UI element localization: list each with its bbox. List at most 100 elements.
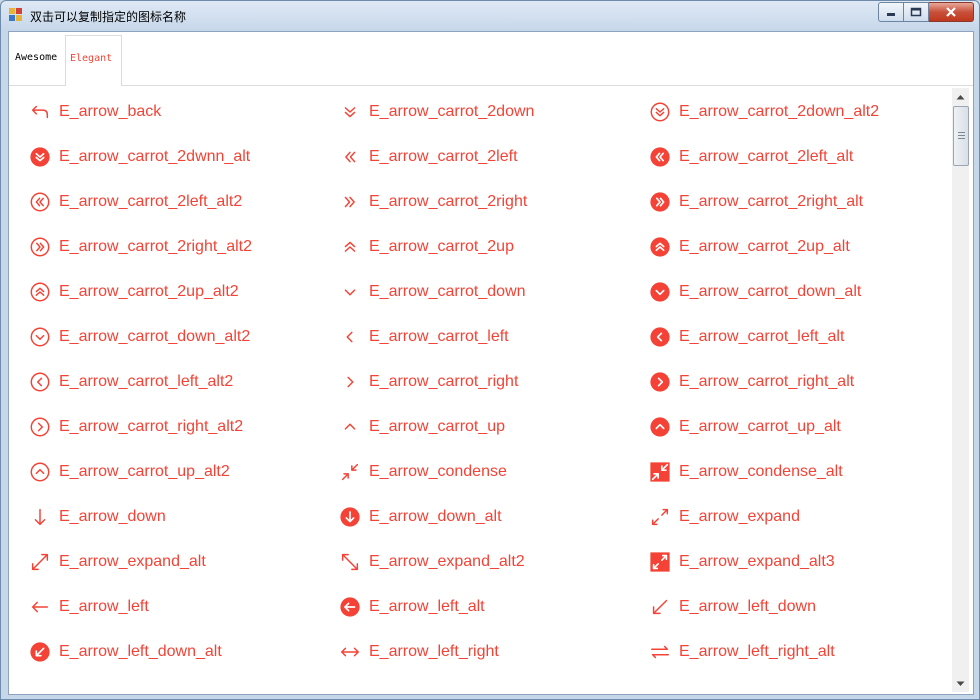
icon-list-item[interactable]: E_arrow_left [29,592,149,622]
scroll-down-arrow-icon [956,681,965,686]
icon-list-item[interactable]: E_arrow_carrot_2dwnn_alt [29,142,250,172]
minimize-button[interactable] [878,2,904,22]
double-chevron-down-icon [344,107,356,118]
icon-name-label: E_arrow_left_alt [369,598,485,615]
arrow-left-right-icon [341,647,359,657]
icon-name-label: E_arrow_carrot_2right [369,193,528,210]
icon-list-item[interactable]: E_arrow_carrot_2right_alt2 [29,232,252,262]
icon-list-item[interactable]: E_arrow_carrot_2down_alt2 [649,97,879,127]
app-window: 双击可以复制指定的图标名称 Awesome Elegant E_arrow_ba… [0,0,980,700]
icon-name-label: E_arrow_carrot_2left_alt [679,148,854,165]
chevron-left-icon [346,331,353,343]
icon-list-item[interactable]: E_arrow_carrot_left_alt2 [29,367,233,397]
icon-list-item[interactable]: E_arrow_carrot_2up_alt [649,232,850,262]
icon-list-item[interactable]: E_arrow_back [29,97,161,127]
expand-alt-icon [31,553,49,571]
icon-name-label: E_arrow_carrot_2right_alt2 [59,238,252,255]
icon-list-item[interactable]: E_arrow_carrot_up_alt2 [29,457,230,487]
icon-list-item[interactable]: E_arrow_carrot_2right_alt [649,187,863,217]
chevron-down-icon [344,289,356,296]
maximize-button[interactable] [904,2,929,22]
scroll-up-arrow-icon [956,94,965,99]
icon-name-label: E_arrow_condense [369,463,507,480]
icon-name-label: E_arrow_carrot_right_alt [679,373,855,390]
close-button[interactable] [929,2,974,22]
icon-name-label: E_arrow_carrot_2dwnn_alt [59,148,251,165]
icon-name-label: E_arrow_carrot_left_alt [679,328,845,345]
icon-list-item[interactable]: E_arrow_carrot_2left_alt [649,142,853,172]
icon-list-item[interactable]: E_arrow_left_down_alt [29,637,222,667]
chevron-up-circle-outline-icon [30,462,50,482]
icon-name-label: E_arrow_carrot_2left [369,148,518,165]
icon-list-item[interactable]: E_arrow_carrot_right_alt2 [29,412,243,442]
icon-list-item[interactable]: E_arrow_condense [339,457,507,487]
double-chevron-left-circle-outline-icon [30,192,50,212]
app-icon [9,8,23,22]
scroll-down-button[interactable] [952,675,969,692]
main-panel: Awesome Elegant E_arrow_back E_arrow_carr… [8,31,974,695]
icon-list-item[interactable]: E_arrow_carrot_2right [339,187,527,217]
icon-name-label: E_arrow_carrot_up [369,418,506,435]
icon-list-item[interactable]: E_arrow_left_alt [339,592,485,622]
icon-name-label: E_arrow_condense_alt [679,463,843,480]
tab-awesome[interactable]: Awesome [11,35,61,85]
icon-list-item[interactable]: E_arrow_carrot_up [339,412,505,442]
icon-name-label: E_arrow_carrot_down [369,283,526,300]
icon-list-item[interactable]: E_arrow_expand_alt2 [339,547,525,577]
icon-list-item[interactable]: E_arrow_carrot_left [339,322,509,352]
expand-alt2-icon [341,553,359,571]
icon-name-label: E_arrow_carrot_left_alt2 [59,373,234,390]
icon-list-item[interactable]: E_arrow_carrot_2left [339,142,518,172]
double-chevron-right-circle-filled-icon [650,192,670,212]
chevron-up-icon [344,423,356,430]
title-bar[interactable]: 双击可以复制指定的图标名称 [1,1,979,31]
condense-icon [341,463,359,481]
icon-name-label: E_arrow_carrot_2up [369,238,514,255]
scroll-thumb[interactable] [953,106,969,166]
minimize-icon [887,13,895,16]
expand-square-filled-icon [650,552,670,572]
arrow-down-icon [34,508,46,526]
icon-name-label: E_arrow_carrot_2left_alt2 [59,193,243,210]
icon-name-label: E_arrow_left_right_alt [679,643,835,660]
icon-list-item[interactable]: E_arrow_carrot_right_alt [649,367,854,397]
chevron-down-circle-outline-icon [30,327,50,347]
arrow-left-down-circle-filled-icon [30,642,50,662]
icon-list-item[interactable]: E_arrow_carrot_down [339,277,526,307]
arrow-left-right-alt-icon [651,645,669,659]
icon-list-item[interactable]: E_arrow_condense_alt [649,457,843,487]
icon-list-item[interactable]: E_arrow_carrot_left_alt [649,322,844,352]
icon-name-label: E_arrow_carrot_2down [369,103,535,120]
icon-list-item[interactable]: E_arrow_carrot_down_alt2 [29,322,250,352]
icon-list-item[interactable]: E_arrow_left_down [649,592,816,622]
chevron-right-circle-filled-icon [650,372,670,392]
icon-list-item[interactable]: E_arrow_carrot_2down [339,97,534,127]
window-title: 双击可以复制指定的图标名称 [30,10,187,24]
icon-name-label: E_arrow_carrot_2up_alt [679,238,850,255]
icon-list-item[interactable]: E_arrow_carrot_down_alt [649,277,861,307]
icon-list-item[interactable]: E_arrow_carrot_2up_alt2 [29,277,239,307]
chevron-right-icon [347,376,354,388]
arrow-back-icon [31,105,49,119]
double-chevron-up-circle-filled-icon [650,237,670,257]
icon-list-item[interactable]: E_arrow_carrot_up_alt [649,412,841,442]
icon-list-item[interactable]: E_arrow_expand_alt [29,547,206,577]
vertical-scrollbar[interactable] [952,88,969,692]
icon-list-item[interactable]: E_arrow_down_alt [339,502,502,532]
icon-list-item[interactable]: E_arrow_down [29,502,166,532]
icon-list-item[interactable]: E_arrow_left_right [339,637,499,667]
icon-name-label: E_arrow_left [59,598,149,615]
tab-elegant[interactable]: Elegant [65,35,122,86]
icon-list-item[interactable]: E_arrow_expand_alt3 [649,547,835,577]
icon-name-label: E_arrow_expand_alt2 [369,553,525,570]
tab-strip: Awesome Elegant [9,32,973,86]
icon-list-item[interactable]: E_arrow_left_right_alt [649,637,835,667]
icon-list-item[interactable]: E_arrow_carrot_2left_alt2 [29,187,242,217]
icon-name-label: E_arrow_left_down [679,598,816,615]
icon-name-label: E_arrow_carrot_2up_alt2 [59,283,239,300]
double-chevron-right-icon [344,196,355,208]
icon-list-item[interactable]: E_arrow_expand [649,502,800,532]
icon-list-item[interactable]: E_arrow_carrot_right [339,367,518,397]
icon-list-item[interactable]: E_arrow_carrot_2up [339,232,514,262]
scroll-up-button[interactable] [952,88,969,105]
